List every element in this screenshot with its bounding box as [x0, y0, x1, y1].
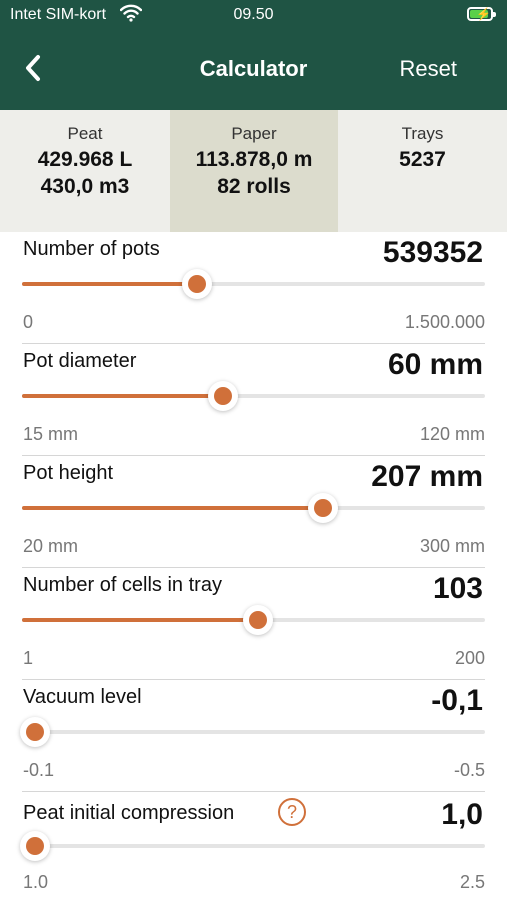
slider-label: Vacuum level	[23, 686, 142, 708]
slider-row-vacuum-level: Vacuum level -0,1 -0.1 -0.5	[0, 680, 507, 792]
battery-nub	[493, 12, 496, 17]
slider-max-label: 1.500.000	[404, 312, 485, 332]
summary-tab-trays[interactable]: Trays 5237	[338, 110, 507, 232]
slider-value: 103	[432, 572, 483, 605]
slider-max-label: 2.5	[459, 872, 485, 892]
slider-label: Pot diameter	[23, 350, 137, 372]
slider-track[interactable]	[22, 730, 485, 734]
summary-value: 82 rolls	[217, 175, 291, 198]
slider-track[interactable]	[22, 394, 485, 398]
reset-button[interactable]: Reset	[400, 56, 457, 82]
slider-label: Pot height	[23, 462, 114, 484]
slider-value: -0,1	[431, 684, 483, 717]
summary-label: Peat	[67, 124, 103, 143]
slider-fill	[22, 394, 223, 398]
summary-tab-paper[interactable]: Paper 113.878,0 m 82 rolls	[170, 110, 338, 232]
slider-track[interactable]	[22, 282, 485, 286]
summary-value: 430,0 m3	[40, 175, 130, 198]
slider-min-label: 1.0	[23, 872, 49, 892]
slider-value: 207 mm	[371, 460, 483, 493]
slider-value: 60 mm	[387, 348, 483, 381]
status-time: 09.50	[233, 6, 274, 23]
slider-min-label: 1	[23, 648, 34, 668]
summary-label: Trays	[401, 124, 444, 143]
summary-label: Paper	[231, 124, 277, 143]
slider-row-pot-diameter: Pot diameter 60 mm 15 mm 120 mm	[0, 344, 507, 456]
slider-label: Number of cells in tray	[23, 574, 222, 596]
slider-track[interactable]	[22, 844, 485, 848]
slider-fill	[22, 506, 324, 510]
summary-tab-peat[interactable]: Peat 429.968 L 430,0 m3	[0, 110, 170, 232]
slider-track[interactable]	[22, 506, 485, 510]
slider-row-number-of-pots: Number of pots 539352 0 1.500.000	[0, 232, 507, 344]
slider-value: 539352	[382, 236, 483, 269]
slider-value: 1,0	[441, 798, 483, 831]
slider-thumb[interactable]	[181, 269, 212, 299]
slider-min-label: 0	[23, 312, 34, 332]
status-bar: Intet SIM-kort 09.50 ⚡	[0, 0, 507, 30]
help-icon[interactable]: ?	[278, 798, 306, 826]
summary-value: 429.968 L	[37, 148, 133, 171]
slider-thumb[interactable]	[308, 493, 339, 523]
slider-row-peat-compression: Peat initial compression ? 1,0 1.0 2.5	[0, 792, 507, 900]
slider-max-label: -0.5	[453, 760, 485, 780]
slider-thumb[interactable]	[20, 717, 50, 747]
slider-label: Number of pots	[23, 238, 160, 260]
slider-fill	[22, 618, 258, 622]
slider-row-pot-height: Pot height 207 mm 20 mm 300 mm	[0, 456, 507, 568]
summary-value: 113.878,0 m	[195, 148, 313, 171]
nav-bar: Calculator Reset	[0, 30, 507, 110]
slider-row-cells-in-tray: Number of cells in tray 103 1 200	[0, 568, 507, 680]
slider-fill	[22, 282, 197, 286]
slider-min-label: -0.1	[23, 760, 55, 780]
slider-thumb[interactable]	[207, 381, 238, 411]
battery-charging-icon: ⚡	[467, 7, 496, 21]
slider-min-label: 20 mm	[23, 536, 79, 556]
summary-value: 5237	[399, 148, 446, 171]
slider-max-label: 300 mm	[419, 536, 485, 556]
slider-min-label: 15 mm	[23, 424, 79, 444]
charging-bolt-icon: ⚡	[476, 7, 491, 21]
slider-max-label: 120 mm	[419, 424, 485, 444]
slider-thumb[interactable]	[20, 831, 50, 861]
slider-label: Peat initial compression	[23, 802, 235, 824]
summary-panel: Peat 429.968 L 430,0 m3 Paper 113.878,0 …	[0, 110, 507, 232]
slider-max-label: 200	[454, 648, 485, 668]
slider-thumb[interactable]	[242, 605, 273, 635]
